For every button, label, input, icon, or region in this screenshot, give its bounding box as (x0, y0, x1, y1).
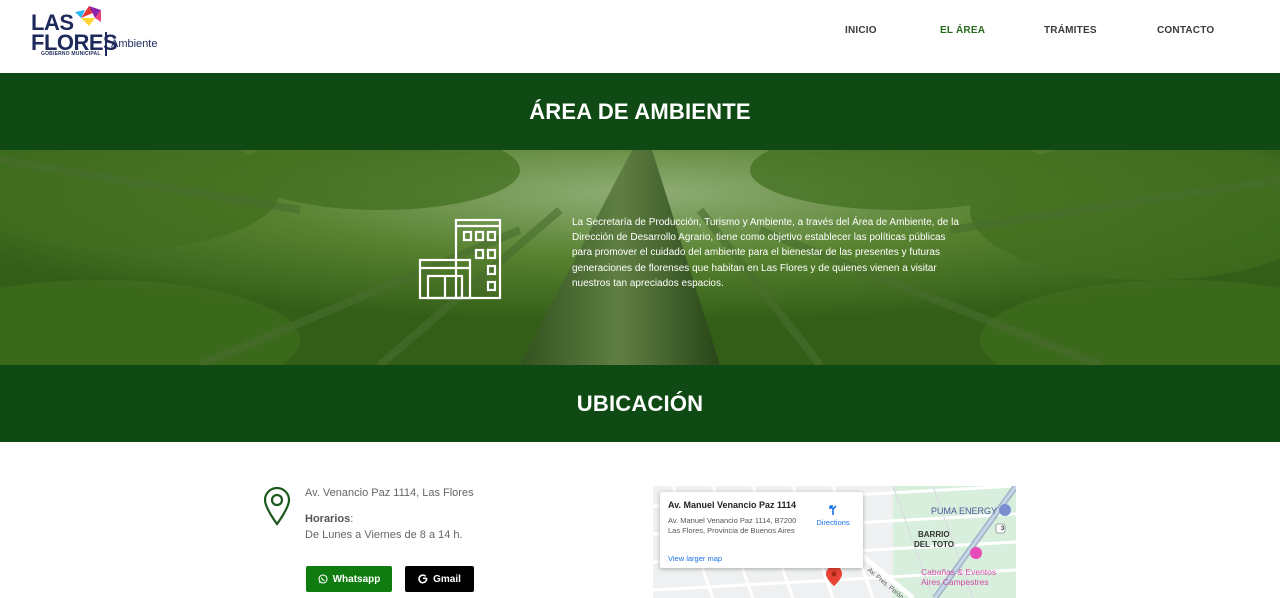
hours-value: De Lunes a Viernes de 8 a 14 h. (305, 529, 463, 541)
location-pin-icon (263, 486, 291, 526)
page: LAS FLORES GOBIERNO MUNICIPAL Ambiente I… (0, 0, 1280, 598)
whatsapp-label: Whatsapp (332, 573, 381, 585)
hero-description: La Secretaría de Producción, Turismo y A… (572, 217, 959, 289)
map-poi-line2: Aires Campestres (921, 577, 989, 587)
map-label-barrio-line1: BARRIO (918, 530, 950, 539)
google-icon (418, 574, 428, 584)
map-route-label: 3 (1000, 526, 1005, 532)
hero-section: La Secretaría de Producción, Turismo y A… (0, 150, 1280, 365)
map-label-puma: PUMA ENERGY (931, 506, 998, 516)
site-logo[interactable]: LAS FLORES GOBIERNO MUNICIPAL Ambiente (31, 6, 171, 60)
logo-subtitle: GOBIERNO MUNICIPAL (41, 51, 101, 57)
map-label-barrio-line2: DEL TOTO (914, 540, 955, 549)
map-card-title: Av. Manuel Venancio Paz 1114 (668, 500, 797, 510)
whatsapp-icon (318, 574, 328, 584)
view-larger-map-link[interactable]: View larger map (668, 554, 722, 563)
gmail-button[interactable]: Gmail (405, 566, 474, 592)
hours-label-text: Horarios (305, 513, 351, 525)
logo-divider (105, 32, 107, 56)
nav-tramites[interactable]: TRÁMITES (1044, 25, 1097, 39)
embedded-map[interactable]: PUMA ENERGY BARRIO DEL TOTO Cabañas & Ev… (653, 486, 1016, 598)
location-title: UBICACIÓN (576, 390, 704, 416)
logo-flower-icon (75, 6, 101, 26)
site-header: LAS FLORES GOBIERNO MUNICIPAL Ambiente I… (0, 0, 1280, 73)
gmail-label: Gmail (433, 573, 461, 585)
hours-label: Horarios: (305, 513, 354, 525)
logo-section: Ambiente (111, 38, 158, 50)
directions-label: Directions (816, 518, 850, 527)
nav-contacto[interactable]: CONTACTO (1157, 25, 1214, 39)
nav-inicio[interactable]: INICIO (845, 25, 877, 39)
area-title-band: ÁREA DE AMBIENTE (0, 73, 1280, 150)
map-info-card: Av. Manuel Venancio Paz 1114 Av. Manuel … (660, 492, 863, 568)
directions-icon (829, 505, 837, 515)
area-title: ÁREA DE AMBIENTE (529, 98, 751, 124)
nav-el-area[interactable]: EL ÁREA (940, 25, 985, 39)
building-icon (418, 218, 502, 300)
directions-button[interactable]: Directions (812, 504, 854, 527)
location-title-band: UBICACIÓN (0, 365, 1280, 442)
whatsapp-button[interactable]: Whatsapp (306, 566, 392, 592)
location-address: Av. Venancio Paz 1114, Las Flores (305, 487, 474, 499)
map-card-address: Av. Manuel Venancio Paz 1114, B7200 Las … (668, 516, 797, 535)
map-poi-line1: Cabañas & Eventos (921, 567, 997, 577)
